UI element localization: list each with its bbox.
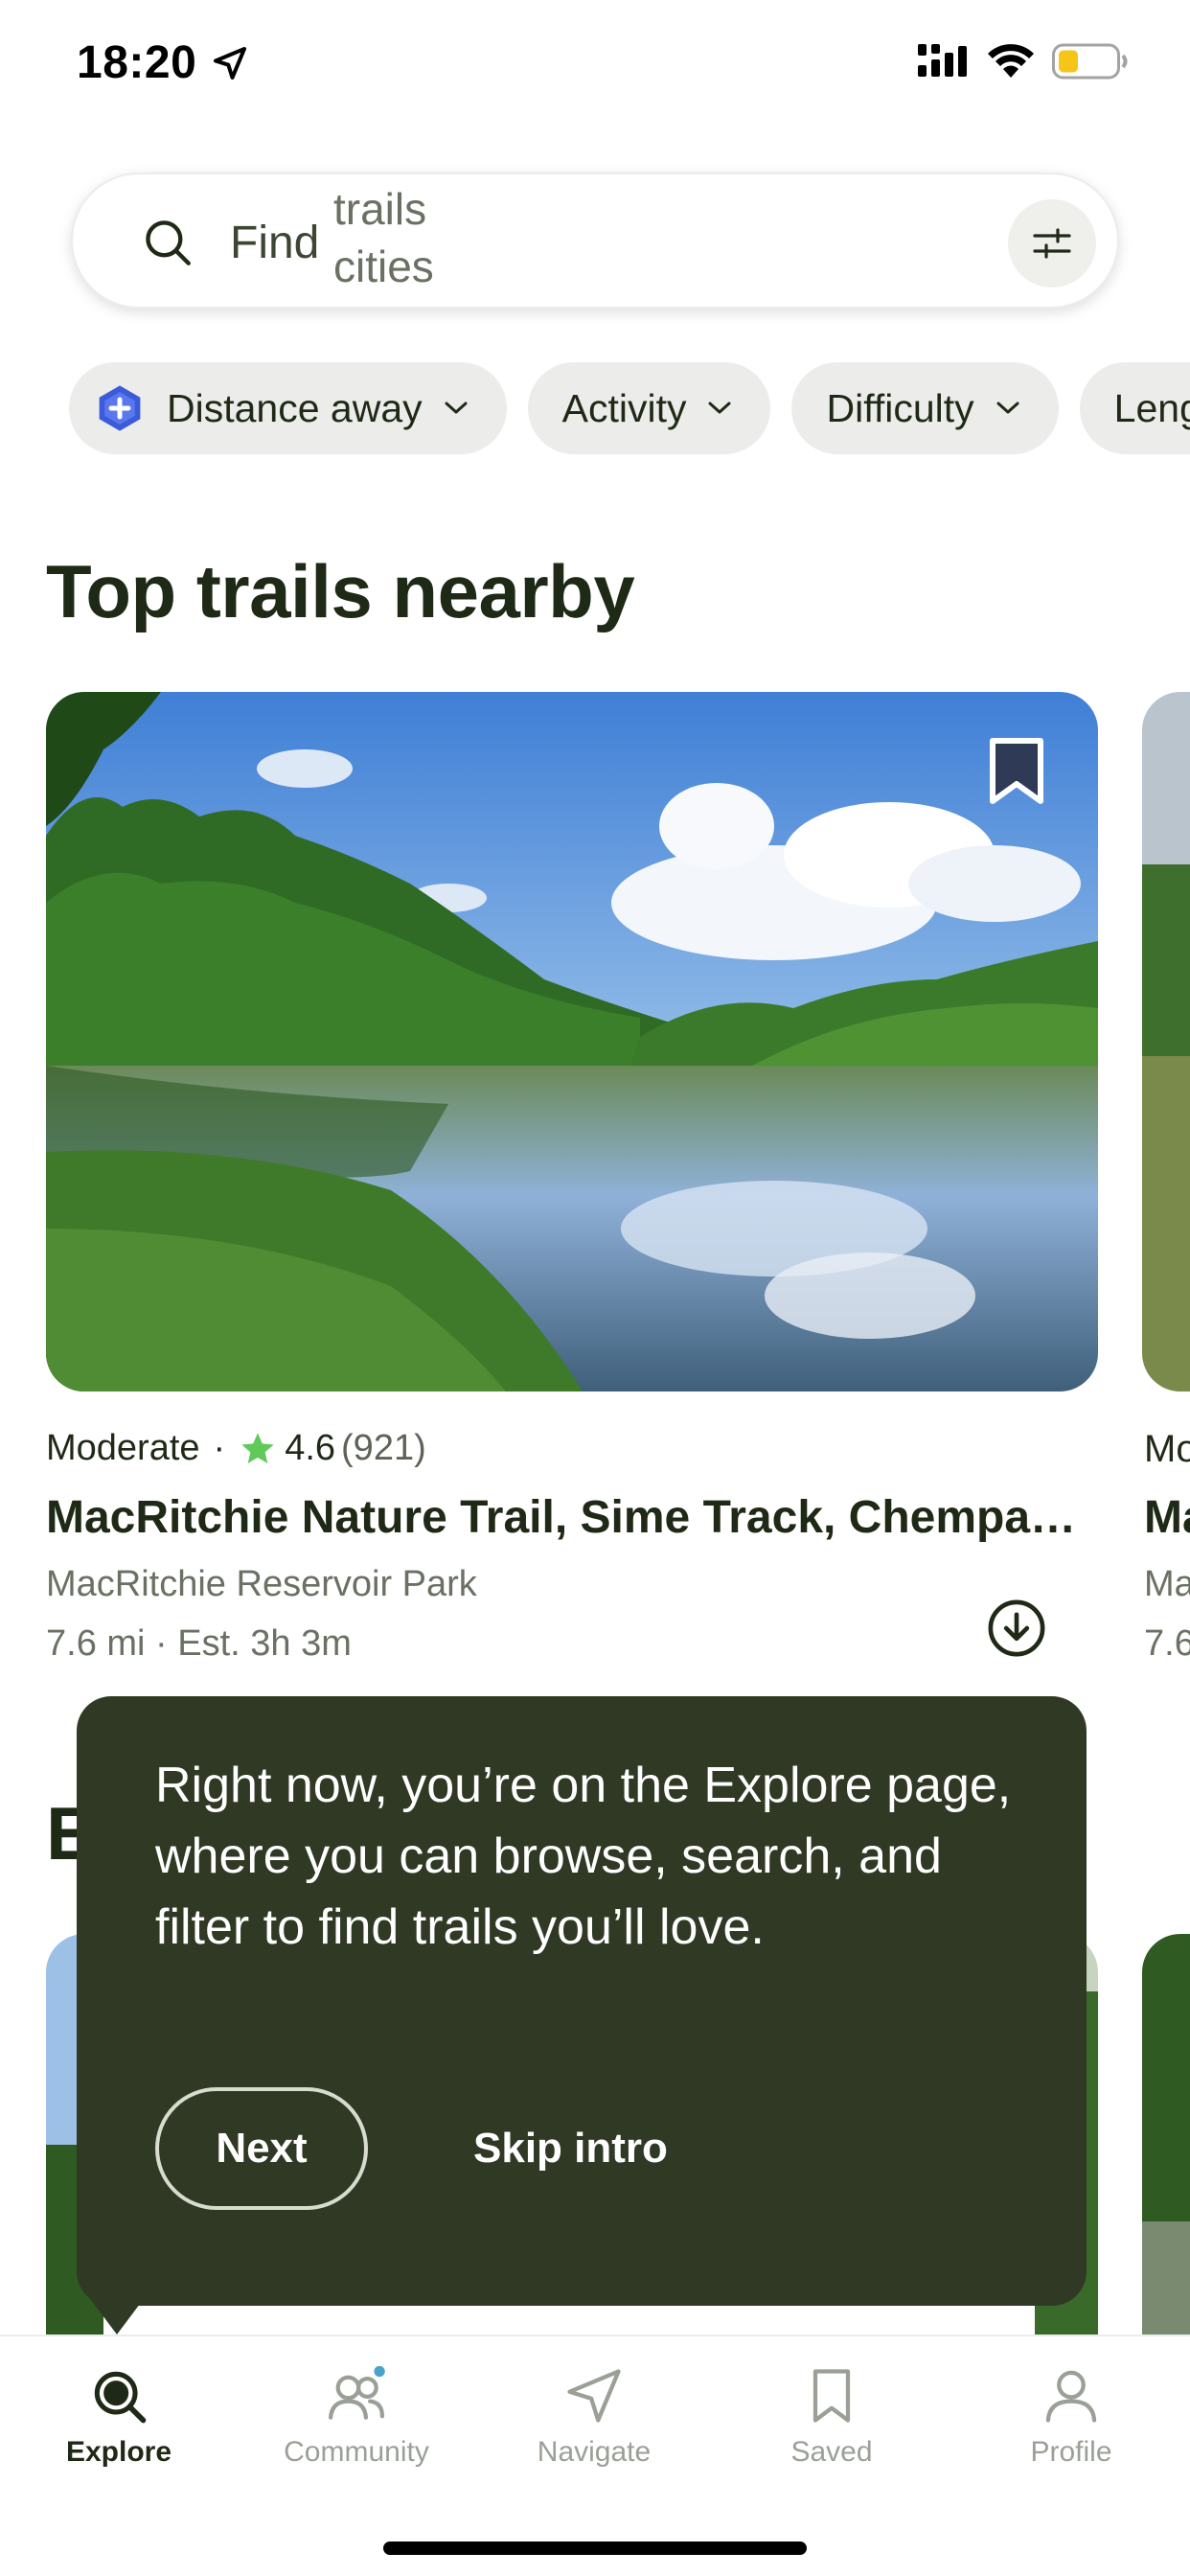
- trail-duration: Est. 3h 3m: [177, 1623, 352, 1664]
- nav-explore[interactable]: Explore: [0, 2363, 238, 2469]
- peek-distance: 7.6: [1144, 1623, 1190, 1664]
- search-prefix: Find: [230, 218, 320, 268]
- chip-label: Activity: [561, 385, 687, 430]
- status-indicators: [918, 42, 1129, 80]
- trail-photo[interactable]: [46, 692, 1098, 1392]
- separator-dot: ·: [213, 1428, 226, 1468]
- star-icon: [241, 1432, 274, 1463]
- chip-label: Leng: [1113, 385, 1190, 430]
- wifi-icon: [988, 44, 1034, 78]
- nav-label: Saved: [790, 2436, 873, 2468]
- nav-label: Profile: [1030, 2436, 1112, 2468]
- location-arrow-icon: [214, 47, 246, 80]
- battery-icon: [1052, 43, 1128, 80]
- status-time: 18:20: [77, 37, 197, 88]
- bookmark-save-icon[interactable]: [987, 736, 1046, 807]
- nav-label: Community: [284, 2436, 429, 2468]
- download-icon[interactable]: [987, 1598, 1046, 1658]
- trail-difficulty: Moderate: [46, 1428, 200, 1468]
- second-row-photo-peek[interactable]: [1142, 1934, 1190, 2336]
- profile-icon: [1045, 2370, 1097, 2423]
- trail-distance: 7.6 mi: [46, 1623, 146, 1664]
- separator-dot: ·: [155, 1623, 178, 1664]
- search-icon: [146, 220, 191, 265]
- tooltip-pointer: [88, 2296, 146, 2334]
- nav-saved[interactable]: Saved: [713, 2363, 950, 2469]
- chip-distance-away[interactable]: Distance away: [69, 362, 507, 454]
- skip-intro-button[interactable]: Skip intro: [473, 2087, 668, 2210]
- plus-badge-icon: [99, 385, 141, 431]
- search-word-cities: cities: [333, 242, 434, 291]
- chip-difficulty[interactable]: Difficulty: [791, 362, 1059, 454]
- next-trail-photo[interactable]: [1142, 692, 1190, 1392]
- trail-meta: Moderate · 4.6 (921): [46, 1428, 426, 1469]
- chip-label: Difficulty: [826, 385, 974, 430]
- nav-navigate[interactable]: Navigate: [475, 2363, 713, 2469]
- home-indicator[interactable]: [383, 2542, 807, 2555]
- chevron-down-icon: [996, 402, 1019, 414]
- chevron-down-icon: [445, 402, 468, 414]
- search-word-trails: trails: [333, 184, 427, 234]
- cellular-signal-icon: [918, 44, 967, 77]
- nav-label: Navigate: [537, 2436, 652, 2468]
- chip-label: Distance away: [167, 385, 423, 430]
- navigate-icon: [567, 2369, 621, 2423]
- community-icon: [328, 2365, 385, 2420]
- trail-stats: 7.6 mi · Est. 3h 3m: [46, 1623, 352, 1665]
- trail-name[interactable]: MacRitchie Nature Trail, Sime Track, Che…: [46, 1491, 1071, 1544]
- bookmark-icon: [812, 2369, 851, 2423]
- filter-settings-button[interactable]: [1008, 199, 1096, 288]
- chip-length[interactable]: Leng: [1079, 362, 1190, 454]
- search-icon: [94, 2371, 147, 2424]
- filter-chips: Distance away Activity Difficulty Leng: [69, 362, 1190, 454]
- nav-label: Explore: [65, 2436, 172, 2468]
- trail-rating: 4.6: [285, 1428, 336, 1468]
- tooltip-message: Right now, you’re on the Explore page, w…: [155, 1758, 1012, 1955]
- next-button[interactable]: Next: [155, 2087, 368, 2210]
- bottom-nav: Explore Community Navigate Saved Profile: [0, 2334, 1190, 2576]
- sliders-icon: [1033, 228, 1071, 259]
- onboarding-tooltip: Right now, you’re on the Explore page, w…: [77, 1696, 1087, 2306]
- trail-review-count: (921): [341, 1428, 426, 1468]
- trail-park: MacRitchie Reservoir Park: [46, 1564, 477, 1604]
- chevron-down-icon: [708, 402, 731, 414]
- peek-trail-name[interactable]: Ma: [1144, 1491, 1190, 1544]
- section-title: Top trails nearby: [46, 549, 635, 633]
- chip-activity[interactable]: Activity: [527, 362, 771, 454]
- peek-difficulty: Mo: [1144, 1428, 1190, 1470]
- nav-profile[interactable]: Profile: [952, 2363, 1190, 2469]
- nav-community[interactable]: Community: [238, 2363, 475, 2469]
- status-bar: 18:20: [0, 0, 1190, 128]
- peek-park: Ma: [1144, 1564, 1190, 1604]
- search-bar[interactable]: Find trails cities: [71, 172, 1119, 309]
- search-rotating-words: trails cities: [333, 180, 434, 295]
